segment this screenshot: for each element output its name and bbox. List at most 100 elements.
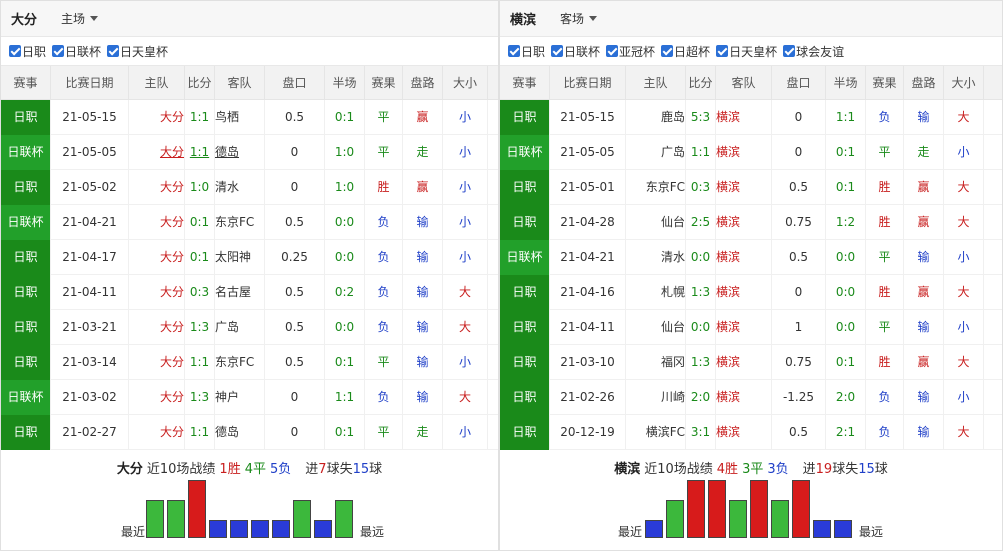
filter-2[interactable]: 日联杯 — [551, 43, 600, 60]
match-row[interactable]: 日联杯 21-03-02 大分 1:3 神户 0 1:1 负输大 — [1, 379, 498, 415]
match-row[interactable]: 日联杯 21-05-05 大分 1:1 德岛 0 1:0 平走小 — [1, 134, 498, 170]
form-bar — [272, 520, 290, 538]
cell-away-team[interactable]: 太阳神 — [215, 239, 265, 275]
checkbox-checked-icon[interactable] — [52, 45, 65, 57]
cell-home-team[interactable]: 福冈 — [626, 344, 686, 380]
cell-away-team[interactable]: 东京FC — [215, 204, 265, 240]
cell-pan-result: 输 — [403, 274, 443, 310]
venue-select[interactable]: 主场 — [61, 10, 99, 27]
cell-away-team[interactable]: 横滨 — [716, 309, 772, 345]
cell-home-team[interactable]: 川崎 — [626, 379, 686, 415]
cell-home-team[interactable]: 大分 — [129, 414, 185, 450]
cell-home-team[interactable]: 东京FC — [626, 169, 686, 205]
col-header-handicap: 盘口 — [772, 65, 826, 100]
match-row[interactable]: 日职 21-05-02 大分 1:0 清水 0 1:0 胜赢小 — [1, 169, 498, 205]
cell-away-team[interactable]: 神户 — [215, 379, 265, 415]
form-bar-chart: 最近 最远 — [1, 476, 498, 546]
filter-5[interactable]: 日天皇杯 — [716, 43, 777, 60]
cell-away-team[interactable]: 横滨 — [716, 414, 772, 450]
cell-half-score: 2:1 — [826, 414, 866, 450]
cell-pan-result: 赢 — [904, 344, 944, 380]
cell-result: 负 — [365, 274, 403, 310]
col-header-result: 赛果 — [866, 65, 904, 100]
cell-home-team[interactable]: 仙台 — [626, 204, 686, 240]
goals-goals-mid: 球失 — [326, 461, 353, 477]
goals-goals-in-pre: 进 — [802, 461, 816, 477]
cell-away-team[interactable]: 德岛 — [215, 134, 265, 170]
cell-comp: 日职 — [1, 99, 51, 135]
match-row[interactable]: 日职 21-04-11 仙台 0:0 横滨 1 0:0 平输小 — [500, 309, 1002, 345]
match-row[interactable]: 日职 21-03-10 福冈 1:3 横滨 0.75 0:1 胜赢大 — [500, 344, 1002, 380]
cell-home-team[interactable]: 大分 — [129, 239, 185, 275]
filter-6[interactable]: 球会友谊 — [783, 43, 844, 60]
checkbox-checked-icon[interactable] — [9, 45, 21, 57]
filter-1[interactable]: 日职 — [9, 43, 46, 60]
checkbox-checked-icon[interactable] — [661, 45, 674, 57]
cell-home-team[interactable]: 大分 — [129, 169, 185, 205]
cell-away-team[interactable]: 名古屋 — [215, 274, 265, 310]
match-row[interactable]: 日职 21-04-17 大分 0:1 太阳神 0.25 0:0 负输小 — [1, 239, 498, 275]
filter-3[interactable]: 亚冠杯 — [606, 43, 655, 60]
filter-2[interactable]: 日联杯 — [52, 43, 101, 60]
match-row[interactable]: 日职 21-03-14 大分 1:1 东京FC 0.5 0:1 平输小 — [1, 344, 498, 380]
cell-home-team[interactable]: 广岛 — [626, 134, 686, 170]
match-row[interactable]: 日职 21-04-16 札幌 1:3 横滨 0 0:0 胜赢大 — [500, 274, 1002, 310]
cell-comp: 日职 — [500, 379, 550, 415]
checkbox-checked-icon[interactable] — [716, 45, 729, 57]
cell-away-team[interactable]: 清水 — [215, 169, 265, 205]
match-row[interactable]: 日联杯 21-04-21 清水 0:0 横滨 0.5 0:0 平输小 — [500, 239, 1002, 275]
venue-label: 主场 — [61, 12, 86, 26]
cell-home-team[interactable]: 大分 — [129, 204, 185, 240]
checkbox-checked-icon[interactable] — [551, 45, 564, 57]
cell-away-team[interactable]: 横滨 — [716, 239, 772, 275]
cell-home-team[interactable]: 大分 — [129, 379, 185, 415]
cell-home-team[interactable]: 大分 — [129, 274, 185, 310]
summary-wins: 1胜 — [219, 461, 241, 477]
cell-away-team[interactable]: 横滨 — [716, 99, 772, 135]
match-row[interactable]: 日职 21-03-21 大分 1:3 广岛 0.5 0:0 负输大 — [1, 309, 498, 345]
venue-select[interactable]: 客场 — [560, 10, 598, 27]
match-row[interactable]: 日联杯 21-05-05 广岛 1:1 横滨 0 0:1 平走小 — [500, 134, 1002, 170]
match-row[interactable]: 日职 21-04-11 大分 0:3 名古屋 0.5 0:2 负输大 — [1, 274, 498, 310]
match-row[interactable]: 日职 21-05-15 大分 1:1 鸟栖 0.5 0:1 平赢小 — [1, 99, 498, 135]
match-row[interactable]: 日职 21-04-28 仙台 2:5 横滨 0.75 1:2 胜赢大 — [500, 204, 1002, 240]
cell-home-team[interactable]: 横滨FC — [626, 414, 686, 450]
match-row[interactable]: 日职 21-02-26 川崎 2:0 横滨 -1.25 2:0 负输小 — [500, 379, 1002, 415]
cell-away-team[interactable]: 德岛 — [215, 414, 265, 450]
cell-home-team[interactable]: 大分 — [129, 99, 185, 135]
cell-score: 0:1 — [185, 204, 215, 240]
cell-home-team[interactable]: 札幌 — [626, 274, 686, 310]
cell-away-team[interactable]: 广岛 — [215, 309, 265, 345]
cell-away-team[interactable]: 横滨 — [716, 169, 772, 205]
filter-1[interactable]: 日职 — [508, 43, 545, 60]
cell-away-team[interactable]: 横滨 — [716, 379, 772, 415]
checkbox-checked-icon[interactable] — [783, 45, 796, 57]
cell-away-team[interactable]: 东京FC — [215, 344, 265, 380]
match-row[interactable]: 日联杯 21-04-21 大分 0:1 东京FC 0.5 0:0 负输小 — [1, 204, 498, 240]
cell-home-team[interactable]: 大分 — [129, 309, 185, 345]
match-row[interactable]: 日职 21-02-27 大分 1:1 德岛 0 0:1 平走小 — [1, 414, 498, 450]
cell-date: 20-12-19 — [550, 414, 626, 450]
checkbox-checked-icon[interactable] — [107, 45, 120, 57]
match-row[interactable]: 日职 20-12-19 横滨FC 3:1 横滨 0.5 2:1 负输大 — [500, 414, 1002, 450]
summary-team: 大分 — [116, 461, 143, 477]
cell-away-team[interactable]: 横滨 — [716, 274, 772, 310]
match-row[interactable]: 日职 21-05-15 鹿岛 5:3 横滨 0 1:1 负输大 — [500, 99, 1002, 135]
cell-away-team[interactable]: 横滨 — [716, 204, 772, 240]
cell-away-team[interactable]: 鸟栖 — [215, 99, 265, 135]
cell-home-team[interactable]: 仙台 — [626, 309, 686, 345]
checkbox-checked-icon[interactable] — [508, 45, 520, 57]
cell-result: 平 — [866, 309, 904, 345]
cell-home-team[interactable]: 大分 — [129, 344, 185, 380]
cell-away-team[interactable]: 横滨 — [716, 344, 772, 380]
cell-home-team[interactable]: 鹿岛 — [626, 99, 686, 135]
match-row[interactable]: 日职 21-05-01 东京FC 0:3 横滨 0.5 0:1 胜赢大 — [500, 169, 1002, 205]
cell-home-team[interactable]: 大分 — [129, 134, 185, 170]
filter-3[interactable]: 日天皇杯 — [107, 43, 168, 60]
filter-4[interactable]: 日超杯 — [661, 43, 710, 60]
checkbox-checked-icon[interactable] — [606, 45, 619, 57]
cell-pan-result: 走 — [904, 134, 944, 170]
cell-over-under: 小 — [443, 239, 488, 275]
cell-home-team[interactable]: 清水 — [626, 239, 686, 275]
cell-away-team[interactable]: 横滨 — [716, 134, 772, 170]
